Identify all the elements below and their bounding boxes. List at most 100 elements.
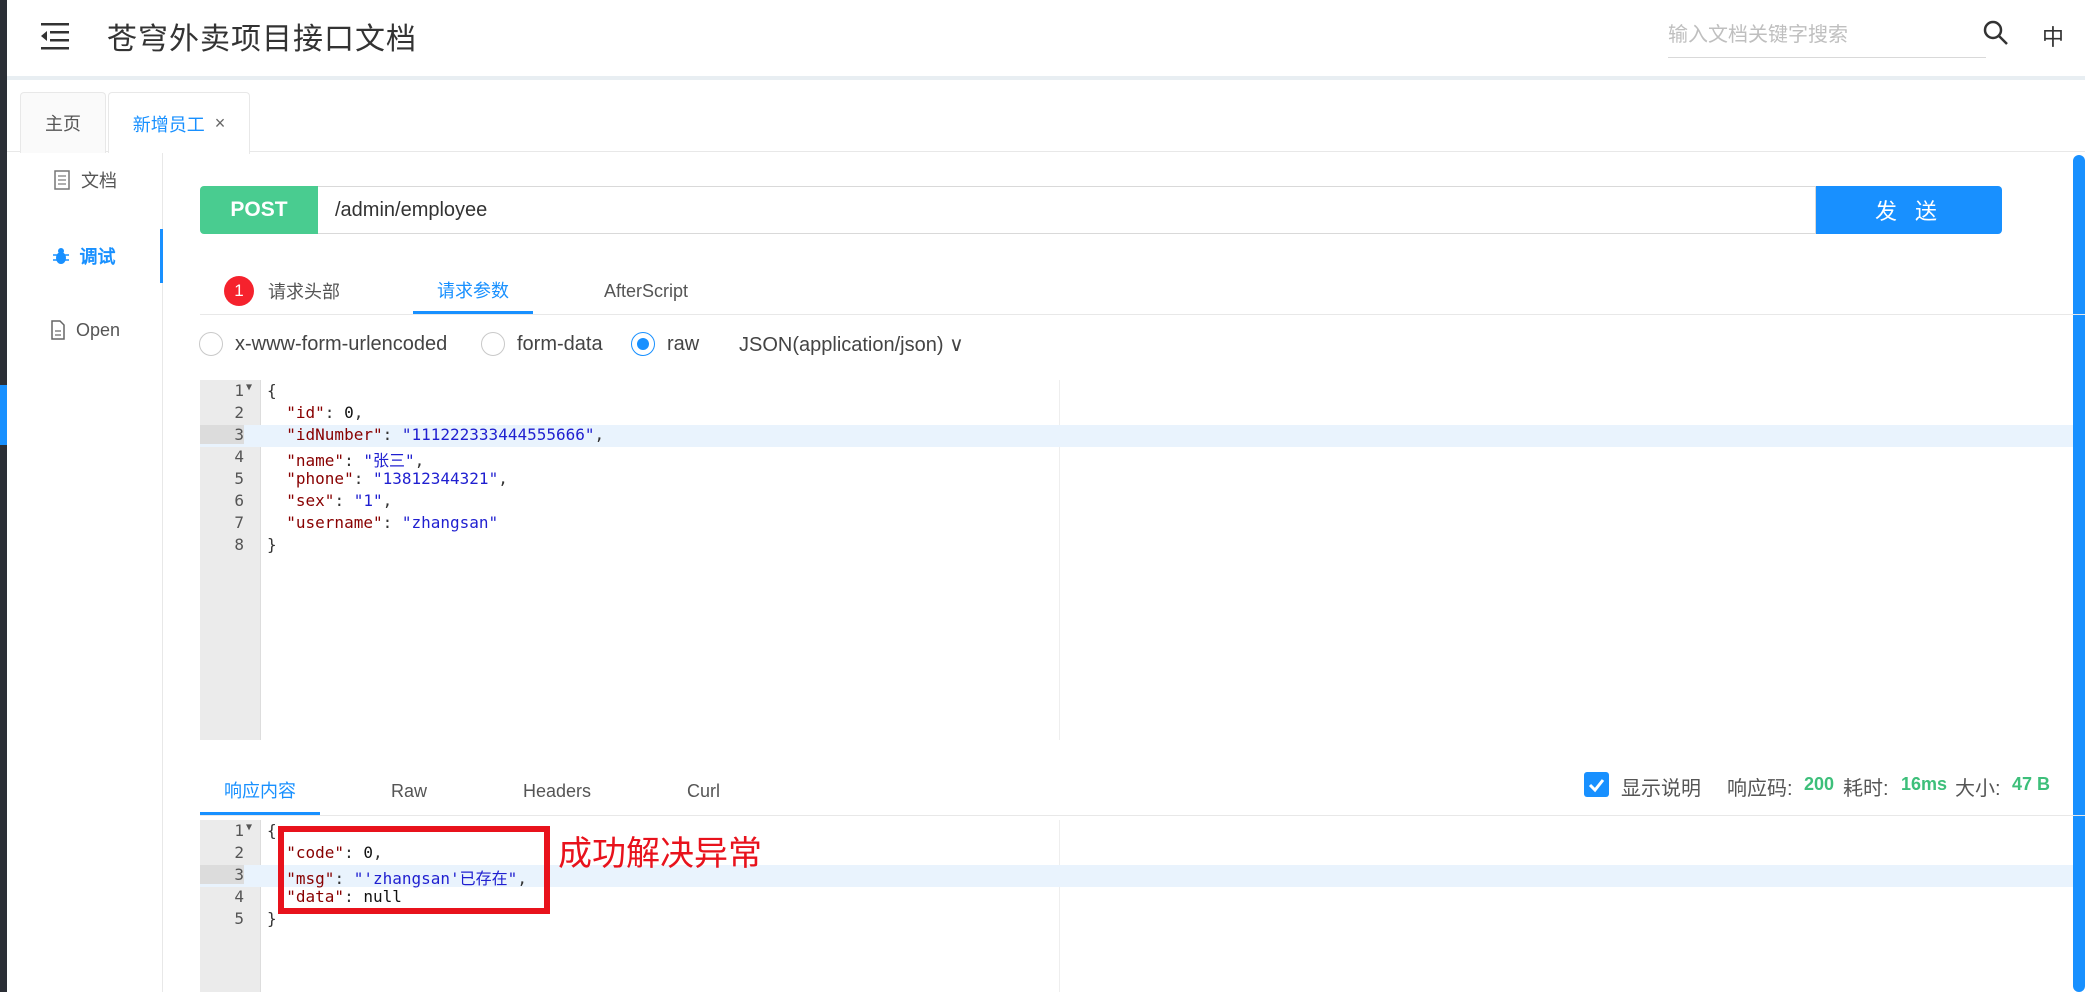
side-item-doc-label: 文档 bbox=[81, 171, 117, 191]
radio-form-data[interactable]: form-data bbox=[481, 332, 603, 356]
line-number: 3 bbox=[200, 425, 244, 444]
radio-circle[interactable] bbox=[481, 332, 505, 356]
line-number: 8 bbox=[234, 535, 244, 554]
radio-form-data-label: form-data bbox=[517, 332, 603, 355]
side-item-open-label: Open bbox=[75, 319, 121, 340]
send-button[interactable]: 发 送 bbox=[1816, 186, 2002, 234]
radio-circle[interactable] bbox=[199, 332, 223, 356]
file-icon bbox=[51, 320, 65, 340]
tab-request-params[interactable]: 请求参数 bbox=[413, 268, 533, 314]
tab-response-curl[interactable]: Curl bbox=[687, 768, 720, 815]
tab-add-employee[interactable]: 新增员工 × bbox=[108, 92, 250, 154]
code-line: 5 "phone": "13812344321", bbox=[200, 469, 2073, 491]
tab-response-content[interactable]: 响应内容 bbox=[200, 768, 320, 815]
tab-home-label: 主页 bbox=[45, 114, 81, 134]
side-item-debug[interactable]: 调试 bbox=[7, 229, 163, 283]
code-line: 6 "sex": "1", bbox=[200, 491, 2073, 513]
colon: : bbox=[382, 425, 402, 444]
colon: : bbox=[344, 451, 364, 470]
radio-urlencoded[interactable]: x-www-form-urlencoded bbox=[199, 332, 447, 356]
tab-response-raw[interactable]: Raw bbox=[391, 768, 427, 815]
colon: : bbox=[353, 469, 373, 488]
brace-close: } bbox=[267, 535, 277, 554]
fold-arrow-icon: ▼ bbox=[246, 382, 253, 393]
comma: , bbox=[594, 425, 605, 444]
code-text: "username": "zhangsan" bbox=[267, 513, 498, 532]
code-text: "sex": "1", bbox=[267, 491, 392, 510]
json-key: "username" bbox=[286, 513, 383, 532]
json-key: "name" bbox=[286, 451, 345, 470]
code-text: "id": 0, bbox=[267, 403, 363, 422]
status-code-value: 200 bbox=[1804, 774, 1835, 794]
brace-open: { bbox=[267, 821, 277, 840]
response-size-label: 大小: bbox=[1955, 778, 2001, 800]
tab-request-headers[interactable]: 1 请求头部 bbox=[224, 268, 340, 314]
line-number: 4 bbox=[234, 447, 244, 466]
comma: , bbox=[353, 403, 364, 422]
line-number: 1 bbox=[234, 381, 244, 400]
fold-arrow-icon: ▼ bbox=[246, 822, 253, 833]
response-tabs-divider bbox=[200, 815, 2085, 816]
comma: , bbox=[414, 451, 425, 470]
code-text: "idNumber": "111222333444555666", bbox=[267, 425, 604, 444]
code-line: 8} bbox=[200, 535, 2073, 557]
annotation-highlight-box bbox=[278, 826, 550, 914]
search-input[interactable] bbox=[1668, 14, 1986, 58]
radio-raw[interactable]: raw bbox=[631, 332, 699, 356]
tab-request-headers-label: 请求头部 bbox=[268, 282, 340, 302]
code-text: { bbox=[267, 381, 277, 400]
url-input[interactable] bbox=[318, 186, 1816, 234]
radio-circle-selected[interactable] bbox=[631, 332, 655, 356]
show-description-checkbox[interactable] bbox=[1584, 772, 1609, 797]
vertical-scrollbar[interactable] bbox=[2073, 155, 2085, 992]
code-text: "name": "张三", bbox=[267, 447, 424, 471]
json-key: "sex" bbox=[286, 491, 335, 510]
comma: , bbox=[498, 469, 508, 488]
search-icon[interactable] bbox=[1982, 19, 2010, 47]
tab-response-headers[interactable]: Headers bbox=[523, 768, 591, 815]
code-text: "phone": "13812344321", bbox=[267, 469, 508, 488]
json-value: "张三" bbox=[363, 451, 415, 470]
json-value: "1" bbox=[353, 491, 383, 510]
menu-fold-icon[interactable] bbox=[33, 18, 77, 54]
side-item-open[interactable]: Open bbox=[7, 303, 163, 357]
json-value: "zhangsan" bbox=[401, 513, 499, 532]
annotation-text: 成功解决异常 bbox=[558, 835, 762, 873]
content-type-value: JSON(application/json) bbox=[739, 334, 944, 356]
chevron-down-icon: ∨ bbox=[943, 334, 964, 356]
code-text: } bbox=[267, 535, 277, 554]
code-line: 2 "id": 0, bbox=[200, 403, 2073, 425]
code-line: 1 ▼ { bbox=[200, 381, 2073, 403]
code-text: { bbox=[267, 821, 277, 840]
tab-bar bbox=[7, 84, 2085, 152]
tab-home[interactable]: 主页 bbox=[20, 92, 106, 153]
app-title: 苍穹外卖项目接口文档 bbox=[107, 23, 417, 56]
language-switch[interactable]: 中 bbox=[2042, 20, 2064, 52]
colon: : bbox=[324, 403, 345, 422]
side-item-debug-label: 调试 bbox=[79, 247, 116, 267]
tab-afterscript[interactable]: AfterScript bbox=[604, 268, 688, 314]
json-key: "idNumber" bbox=[286, 425, 383, 444]
json-value: 0 bbox=[344, 403, 354, 422]
http-method-badge[interactable]: POST bbox=[200, 186, 318, 234]
status-code-label: 响应码: bbox=[1727, 778, 1793, 800]
line-number: 5 bbox=[234, 469, 244, 488]
check-icon bbox=[1588, 779, 1605, 793]
headers-count-badge: 1 bbox=[224, 276, 254, 306]
elapsed-time-label: 耗时: bbox=[1843, 778, 1889, 800]
brace-close: } bbox=[267, 909, 277, 928]
side-item-doc[interactable]: 文档 bbox=[7, 153, 163, 207]
json-key: "id" bbox=[286, 403, 325, 422]
close-icon[interactable]: × bbox=[215, 113, 226, 134]
content-type-select[interactable]: JSON(application/json) ∨ bbox=[739, 332, 964, 357]
line-number: 5 bbox=[234, 909, 244, 928]
json-value: "111222333444555666" bbox=[401, 425, 595, 444]
radio-raw-label: raw bbox=[667, 332, 700, 355]
json-key: "phone" bbox=[286, 469, 354, 488]
